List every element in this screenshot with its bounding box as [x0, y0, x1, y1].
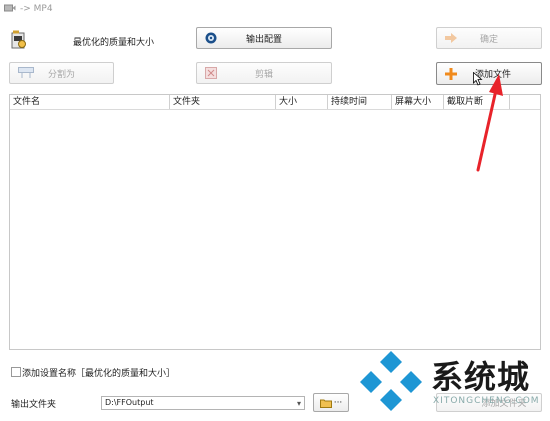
output-config-button[interactable]: 输出配置 — [196, 27, 332, 49]
clip-button[interactable]: 剪辑 — [196, 62, 332, 84]
clip-icon — [205, 67, 217, 79]
chevron-down-icon: ▾ — [296, 399, 301, 408]
config-disc-icon — [205, 32, 217, 44]
ok-button[interactable]: 确定 — [436, 27, 542, 49]
window-title: -> MP4 — [20, 4, 53, 14]
col-screen-size[interactable]: 屏幕大小 — [392, 95, 444, 109]
col-duration[interactable]: 持续时间 — [328, 95, 392, 109]
browse-folder-button[interactable]: ··· — [313, 393, 349, 412]
add-file-button[interactable]: 添加文件 — [436, 62, 542, 85]
mouse-cursor-icon — [473, 71, 483, 89]
col-size[interactable]: 大小 — [276, 95, 328, 109]
file-table[interactable]: 文件名 文件夹 大小 持续时间 屏幕大小 截取片断 — [9, 94, 541, 350]
output-folder-label: 输出文件夹 — [11, 400, 57, 410]
output-folder-value: D:\FFOutput — [105, 398, 154, 407]
split-label: 分割为 — [47, 69, 75, 80]
window-title-bar: -> MP4 — [4, 2, 53, 16]
split-button[interactable]: 分割为 — [9, 62, 114, 84]
table-header: 文件名 文件夹 大小 持续时间 屏幕大小 截取片断 — [10, 95, 540, 110]
clip-label: 剪辑 — [254, 69, 273, 80]
ok-label: 确定 — [479, 34, 498, 45]
col-filename[interactable]: 文件名 — [10, 95, 170, 109]
col-clip-segment[interactable]: 截取片断 — [444, 95, 510, 109]
plus-icon — [445, 67, 457, 80]
split-icon — [18, 67, 34, 79]
col-folder[interactable]: 文件夹 — [170, 95, 276, 109]
output-config-label: 输出配置 — [245, 34, 282, 45]
browse-dots: ··· — [333, 397, 343, 408]
append-setting-label: 添加设置名称［最优化的质量和大小］ — [22, 369, 176, 379]
app-icon — [4, 3, 16, 16]
output-folder-select[interactable]: D:\FFOutput ▾ — [101, 396, 305, 410]
folder-icon — [319, 398, 332, 408]
watermark-logo — [358, 349, 424, 414]
forward-arrow-icon — [445, 33, 457, 43]
profile-icon — [11, 30, 29, 53]
watermark-subtext: XITONGCHENG.COM — [433, 396, 540, 406]
profile-label: 最优化的质量和大小 — [73, 38, 155, 48]
append-setting-checkbox[interactable] — [11, 367, 21, 377]
watermark-text: 系统城 — [431, 358, 531, 396]
